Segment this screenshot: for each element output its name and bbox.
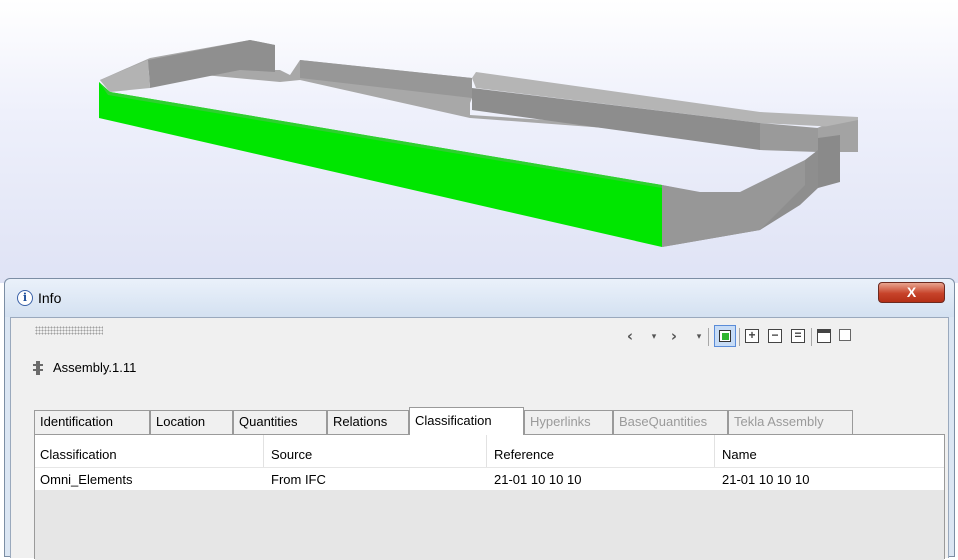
float-window-icon[interactable] [817,329,831,343]
window-title: Info [38,290,62,306]
select-in-model-icon[interactable] [714,325,736,347]
forward-dropdown-icon[interactable]: ▾ [691,329,707,345]
tab-tekla-assembly[interactable]: Tekla Assembly [728,410,853,434]
cell-source: From IFC [271,472,326,487]
toolbar-grip-handle[interactable] [35,326,103,335]
3d-model-view[interactable] [0,0,958,283]
column-divider[interactable] [263,435,264,467]
column-divider[interactable] [486,435,487,467]
tab-quantities[interactable]: Quantities [233,410,327,434]
column-divider[interactable] [714,435,715,467]
info-panel: ‹ ▾ › ▾ + − = Assembly.1.11 Identificati… [10,317,949,560]
collapse-all-icon[interactable]: − [768,329,782,343]
cell-classification: Omni_Elements [40,472,133,487]
back-icon[interactable]: ‹ [622,328,638,344]
toolbar-separator [739,328,740,346]
assembly-icon [33,361,43,375]
right-wall-face [760,123,818,152]
tab-identification[interactable]: Identification [34,410,150,434]
left-end-top [100,60,150,92]
right-pillar [818,135,840,188]
table-empty-area [35,490,944,560]
toolbar-separator [708,328,709,346]
table-header: Classification Source Reference Name [35,435,944,467]
model-viewport[interactable] [0,0,958,283]
info-window: i Info X ‹ ▾ › ▾ + − = Assembly.1.11 Ide… [4,278,955,560]
info-icon: i [17,290,33,306]
forward-icon[interactable]: › [666,328,682,344]
tab-classification[interactable]: Classification [409,407,524,435]
column-header-classification[interactable]: Classification [40,447,117,462]
object-name: Assembly.1.11 [53,360,137,375]
list-icon[interactable]: = [791,329,805,343]
close-button[interactable]: X [878,282,945,303]
toolbar-separator [811,328,812,346]
tab-relations[interactable]: Relations [327,410,409,434]
cell-name: 21-01 10 10 10 [722,472,810,487]
back-dropdown-icon[interactable]: ▾ [646,329,662,345]
column-header-source[interactable]: Source [271,447,312,462]
tab-location[interactable]: Location [150,410,233,434]
table-row[interactable]: Omni_Elements From IFC 21-01 10 10 10 21… [35,467,944,490]
title-bar[interactable]: i Info X [5,279,954,317]
cell-reference: 21-01 10 10 10 [494,472,582,487]
column-header-reference[interactable]: Reference [494,447,554,462]
tab-basequantities[interactable]: BaseQuantities [613,410,728,434]
classification-table: Classification Source Reference Name Omn… [34,434,945,560]
expand-all-icon[interactable]: + [745,329,759,343]
front-right-face [662,160,805,247]
tab-hyperlinks[interactable]: Hyperlinks [524,410,613,434]
maximize-icon[interactable] [839,329,851,341]
column-header-name[interactable]: Name [722,447,757,462]
